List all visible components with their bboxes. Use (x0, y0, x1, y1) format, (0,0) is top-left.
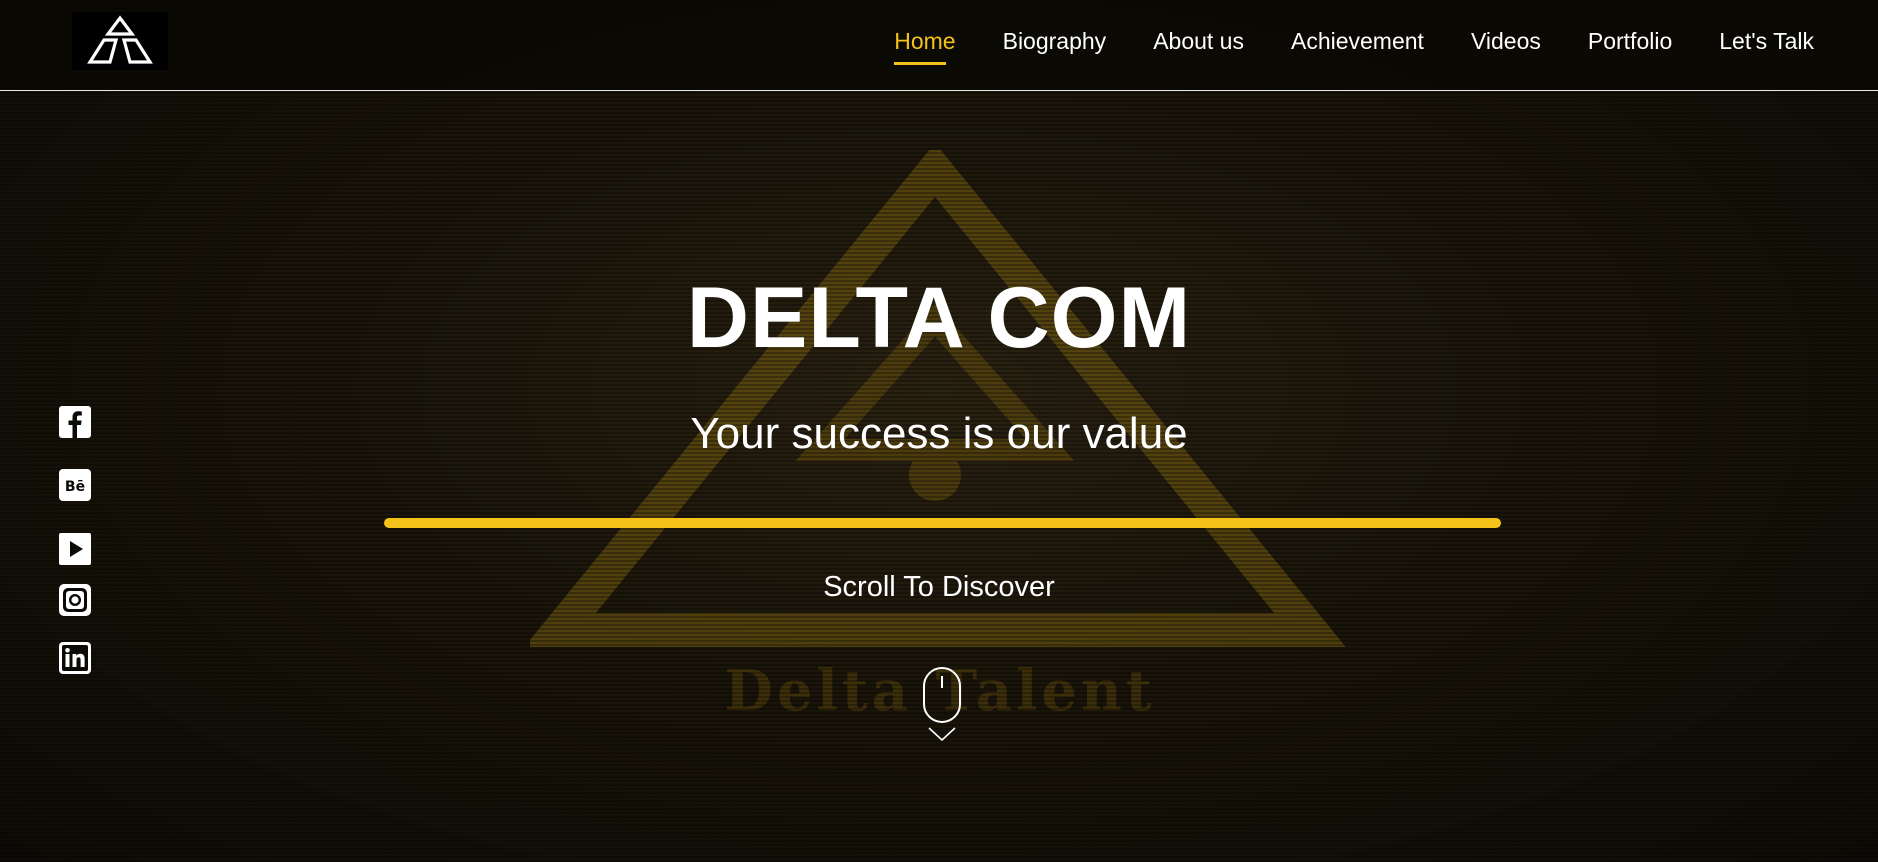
youtube-icon[interactable] (58, 532, 92, 566)
hero-divider (384, 518, 1501, 528)
behance-icon[interactable]: Bē (58, 468, 92, 502)
mouse-scroll-icon[interactable] (922, 666, 962, 746)
nav-portfolio[interactable]: Portfolio (1588, 28, 1672, 55)
svg-text:Bē: Bē (65, 479, 85, 495)
site-logo[interactable] (72, 12, 168, 70)
hero-subtitle: Your success is our value (690, 409, 1188, 458)
nav-home[interactable]: Home (894, 28, 956, 65)
nav-achievement[interactable]: Achievement (1291, 28, 1424, 55)
nav-videos[interactable]: Videos (1471, 28, 1541, 55)
page: Delta Talent Home Biography About us Ach… (0, 0, 1878, 862)
nav-biography[interactable]: Biography (1003, 28, 1107, 55)
linkedin-icon[interactable] (58, 641, 92, 675)
nav-about-us[interactable]: About us (1153, 28, 1244, 55)
site-header: Home Biography About us Achievement Vide… (0, 0, 1878, 91)
main-nav: Home Biography About us Achievement Vide… (847, 28, 1814, 65)
nav-lets-talk[interactable]: Let's Talk (1719, 28, 1814, 55)
delta-triangle-logo-icon (87, 15, 153, 64)
scroll-to-discover[interactable]: Scroll To Discover (0, 570, 1878, 604)
hero-title: DELTA COM (686, 270, 1192, 366)
